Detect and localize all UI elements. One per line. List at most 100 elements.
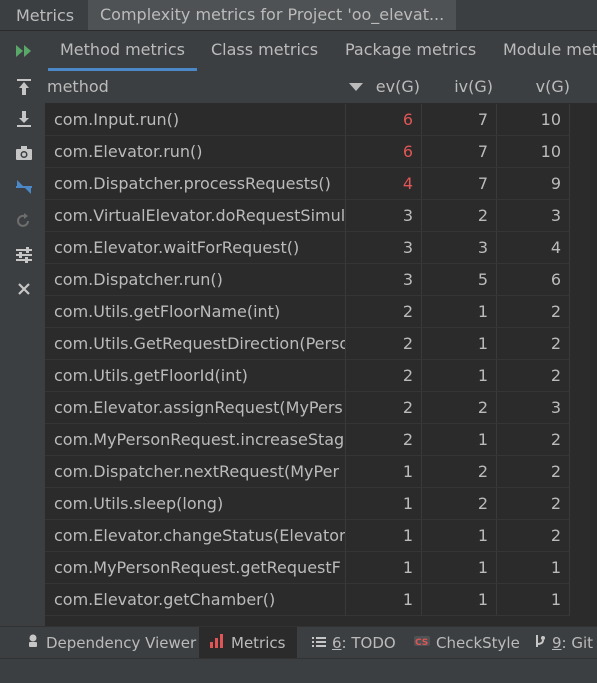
ev-value-cell: 1 <box>346 584 422 616</box>
tab-module-metrics[interactable]: Module metr <box>503 31 597 71</box>
camera-icon[interactable] <box>12 141 36 165</box>
table-row[interactable]: com.Utils.getFloorId(int) 2 1 2 <box>45 360 570 392</box>
ev-value-cell: 1 <box>346 456 422 488</box>
table-row[interactable]: com.Dispatcher.nextRequest(MyPer 1 2 2 <box>45 456 570 488</box>
bottom-tab-dependency-viewer[interactable]: Dependency Viewer <box>22 627 200 659</box>
iv-value-cell: 1 <box>422 520 497 552</box>
sort-descending-icon <box>349 83 363 91</box>
v-value-cell: 1 <box>497 552 570 584</box>
v-value-cell: 2 <box>497 456 570 488</box>
todo-list-icon <box>312 627 326 659</box>
iv-value-cell: 2 <box>422 488 497 520</box>
method-name-cell: com.Elevator.run() <box>45 136 346 168</box>
iv-value-cell: 7 <box>422 136 497 168</box>
status-bar <box>0 658 597 683</box>
v-value-cell: 10 <box>497 104 570 136</box>
export-top-icon[interactable] <box>12 75 36 99</box>
run-icon[interactable] <box>16 43 34 62</box>
ev-value-cell: 6 <box>346 136 422 168</box>
dependency-icon <box>26 627 40 659</box>
table-row[interactable]: com.Dispatcher.run() 3 5 6 <box>45 264 570 296</box>
method-name-cell: com.Input.run() <box>45 104 346 136</box>
table-row[interactable]: com.Elevator.assignRequest(MyPers 2 2 3 <box>45 392 570 424</box>
method-name-cell: com.Utils.getFloorId(int) <box>45 360 346 392</box>
method-name-cell: com.Elevator.getChamber() <box>45 584 346 616</box>
method-name-cell: com.Utils.sleep(long) <box>45 488 346 520</box>
ev-value-cell: 3 <box>346 264 422 296</box>
vertical-scrollbar[interactable] <box>571 104 597 626</box>
iv-value-cell: 2 <box>422 200 497 232</box>
bottom-tab-checkstyle[interactable]: CS CheckStyle <box>410 627 524 659</box>
table-row[interactable]: com.MyPersonRequest.increaseStag 2 1 2 <box>45 424 570 456</box>
ev-value-cell: 2 <box>346 360 422 392</box>
iv-value-cell: 7 <box>422 168 497 200</box>
tab-class-metrics[interactable]: Class metrics <box>211 31 318 71</box>
method-metrics-table: method ev(G) iv(G) v(G) com.Input.run() 6… <box>45 71 597 626</box>
left-toolbar <box>0 71 45 626</box>
method-name-cell: com.MyPersonRequest.getRequestF <box>45 552 346 584</box>
table-row[interactable]: com.Dispatcher.processRequests() 4 7 9 <box>45 168 570 200</box>
metrics-bar-icon <box>209 627 225 659</box>
settings-sliders-icon[interactable] <box>12 243 36 267</box>
bottom-tab-todo[interactable]: 6: TODO <box>308 627 400 659</box>
method-name-cell: com.VirtualElevator.doRequestSimul <box>45 200 346 232</box>
metric-tabs-bar: Method metrics Class metrics Package met… <box>0 31 597 71</box>
v-value-cell: 10 <box>497 136 570 168</box>
iv-value-cell: 1 <box>422 424 497 456</box>
table-row[interactable]: com.Elevator.run() 6 7 10 <box>45 136 570 168</box>
method-name-cell: com.Dispatcher.nextRequest(MyPer <box>45 456 346 488</box>
tab-method-metrics[interactable]: Method metrics <box>48 31 197 71</box>
v-value-cell: 6 <box>497 264 570 296</box>
column-header-ev[interactable]: ev(G) <box>346 71 422 103</box>
download-icon[interactable] <box>12 107 36 131</box>
git-icon <box>534 627 546 659</box>
metrics-title-bar: Metrics Complexity metrics for Project '… <box>0 0 597 31</box>
ev-value-cell: 3 <box>346 232 422 264</box>
iv-value-cell: 1 <box>422 552 497 584</box>
ev-value-cell: 2 <box>346 424 422 456</box>
v-value-cell: 2 <box>497 296 570 328</box>
iv-value-cell: 5 <box>422 264 497 296</box>
table-row[interactable]: com.Utils.GetRequestDirection(Perso 2 1 2 <box>45 328 570 360</box>
method-name-cell: com.Utils.getFloorName(int) <box>45 296 346 328</box>
v-value-cell: 2 <box>497 328 570 360</box>
ev-value-cell: 1 <box>346 552 422 584</box>
v-value-cell: 3 <box>497 392 570 424</box>
tab-package-metrics[interactable]: Package metrics <box>345 31 476 71</box>
iv-value-cell: 2 <box>422 456 497 488</box>
iv-value-cell: 2 <box>422 392 497 424</box>
table-row[interactable]: com.MyPersonRequest.getRequestF 1 1 1 <box>45 552 570 584</box>
table-row[interactable]: com.VirtualElevator.doRequestSimul 3 2 3 <box>45 200 570 232</box>
table-header: method ev(G) iv(G) v(G) <box>45 71 597 104</box>
iv-value-cell: 1 <box>422 296 497 328</box>
close-icon[interactable] <box>12 277 36 301</box>
panel-title: Metrics <box>16 6 75 25</box>
ev-value-cell: 2 <box>346 296 422 328</box>
table-row[interactable]: com.Elevator.waitForRequest() 3 3 4 <box>45 232 570 264</box>
ev-value-cell: 1 <box>346 488 422 520</box>
column-header-iv[interactable]: iv(G) <box>422 71 497 103</box>
ev-value-cell: 2 <box>346 392 422 424</box>
bottom-tab-git[interactable]: 9: Git <box>530 627 597 659</box>
metrics-tab-title[interactable]: Complexity metrics for Project 'oo_eleva… <box>88 0 457 30</box>
bottom-tool-bar: Dependency Viewer Metrics 6: TODO CS Che… <box>0 626 597 659</box>
method-name-cell: com.MyPersonRequest.increaseStag <box>45 424 346 456</box>
table-row[interactable]: com.Utils.sleep(long) 1 2 2 <box>45 488 570 520</box>
column-header-v[interactable]: v(G) <box>497 71 570 103</box>
table-row[interactable]: com.Elevator.getChamber() 1 1 1 <box>45 584 570 616</box>
iv-value-cell: 1 <box>422 328 497 360</box>
ev-value-cell: 4 <box>346 168 422 200</box>
compare-arrows-icon[interactable] <box>12 175 36 199</box>
table-row[interactable]: com.Elevator.changeStatus(Elevator 1 1 2 <box>45 520 570 552</box>
iv-value-cell: 1 <box>422 584 497 616</box>
column-header-method[interactable]: method <box>47 71 109 103</box>
method-name-cell: com.Dispatcher.run() <box>45 264 346 296</box>
method-name-cell: com.Elevator.assignRequest(MyPers <box>45 392 346 424</box>
iv-value-cell: 7 <box>422 104 497 136</box>
table-row[interactable]: com.Input.run() 6 7 10 <box>45 104 570 136</box>
redo-icon[interactable] <box>12 209 36 233</box>
table-row[interactable]: com.Utils.getFloorName(int) 2 1 2 <box>45 296 570 328</box>
bottom-tab-metrics[interactable]: Metrics <box>199 627 298 659</box>
v-value-cell: 3 <box>497 200 570 232</box>
ev-value-cell: 1 <box>346 520 422 552</box>
